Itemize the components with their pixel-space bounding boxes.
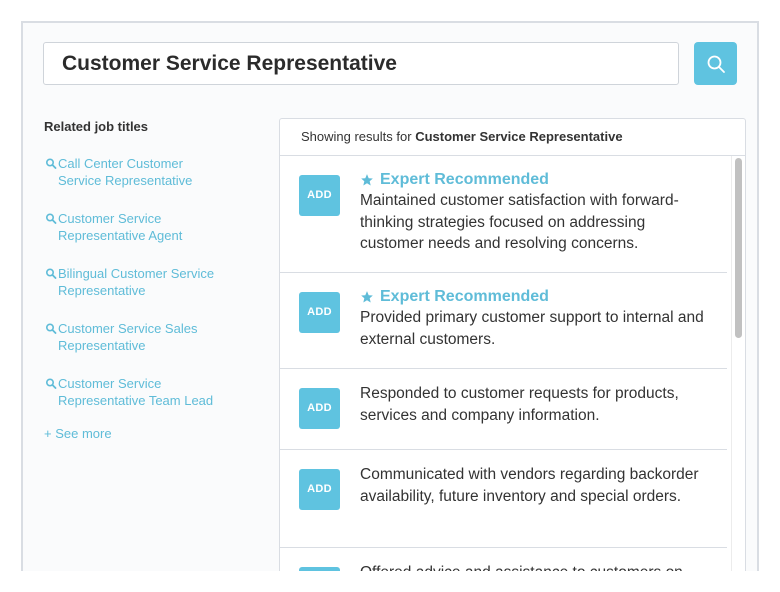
expert-recommended-badge: Expert Recommended [360,287,707,307]
related-item-call-center-csr[interactable]: Call Center Customer Service Representati… [44,155,249,189]
add-button[interactable]: ADD [299,292,340,333]
search-button[interactable] [694,42,737,85]
add-button[interactable]: ADD [299,175,340,216]
add-button[interactable]: ADD [299,388,340,429]
result-item: ADD Responded to customer requests for p… [280,369,727,450]
results-header: Showing results for Customer Service Rep… [280,119,745,156]
related-item-label: Bilingual Customer Service Representative [58,266,215,298]
search-icon [707,55,725,73]
related-item-bilingual-csr[interactable]: Bilingual Customer Service Representative [44,265,249,299]
related-item-csr-team-lead[interactable]: Customer Service Representative Team Lead [44,375,249,409]
result-text: Offered advice and assistance to custome… [360,562,707,571]
related-job-titles-heading: Related job titles [44,119,149,134]
related-item-label: Customer Service Representative Team Lead [58,376,214,408]
expert-recommended-badge: Expert Recommended [360,170,707,190]
search-icon [45,158,57,169]
add-button[interactable]: ADD [299,567,340,571]
see-more-link[interactable]: + See more [44,426,249,441]
result-item: ADD Expert Recommended Maintained custom… [280,156,727,273]
search-icon [45,213,57,224]
result-item: ADD Communicated with vendors regarding … [280,450,727,548]
result-text: Provided primary customer support to int… [360,309,704,348]
results-header-prefix: Showing results for [301,129,412,144]
result-text: Maintained customer satisfaction with fo… [360,192,679,252]
results-scrollbar[interactable] [731,156,745,571]
search-icon [45,268,57,279]
job-search-panel: Related job titles Call Center CustomerS… [21,21,759,571]
related-item-label: Call Center Customer Service Representati… [58,156,193,188]
related-item-label: Customer Service Sales Representative [58,321,198,353]
results-panel: Showing results for Customer Service Rep… [279,118,746,571]
results-header-query: Customer Service Representative [415,129,623,144]
scrollbar-thumb[interactable] [735,158,742,338]
search-input[interactable] [43,42,679,85]
add-button[interactable]: ADD [299,469,340,510]
result-text: Responded to customer requests for produ… [360,385,679,424]
results-list: ADD Expert Recommended Maintained custom… [280,156,745,571]
related-item-csr-agent[interactable]: Customer Service Representative Agent [44,210,249,244]
star-icon [361,291,373,303]
result-item: ADD Expert Recommended Provided primary … [280,273,727,369]
related-item-cs-sales-rep[interactable]: Customer Service Sales Representative [44,320,249,354]
search-icon [45,378,57,389]
star-icon [361,174,373,186]
search-icon [45,323,57,334]
result-text: Communicated with vendors regarding back… [360,466,699,505]
related-job-titles-list: Call Center Customer Service Representati… [44,155,249,441]
result-item: ADD Offered advice and assistance to cus… [280,548,727,571]
related-item-label: Customer Service Representative Agent [58,211,183,243]
